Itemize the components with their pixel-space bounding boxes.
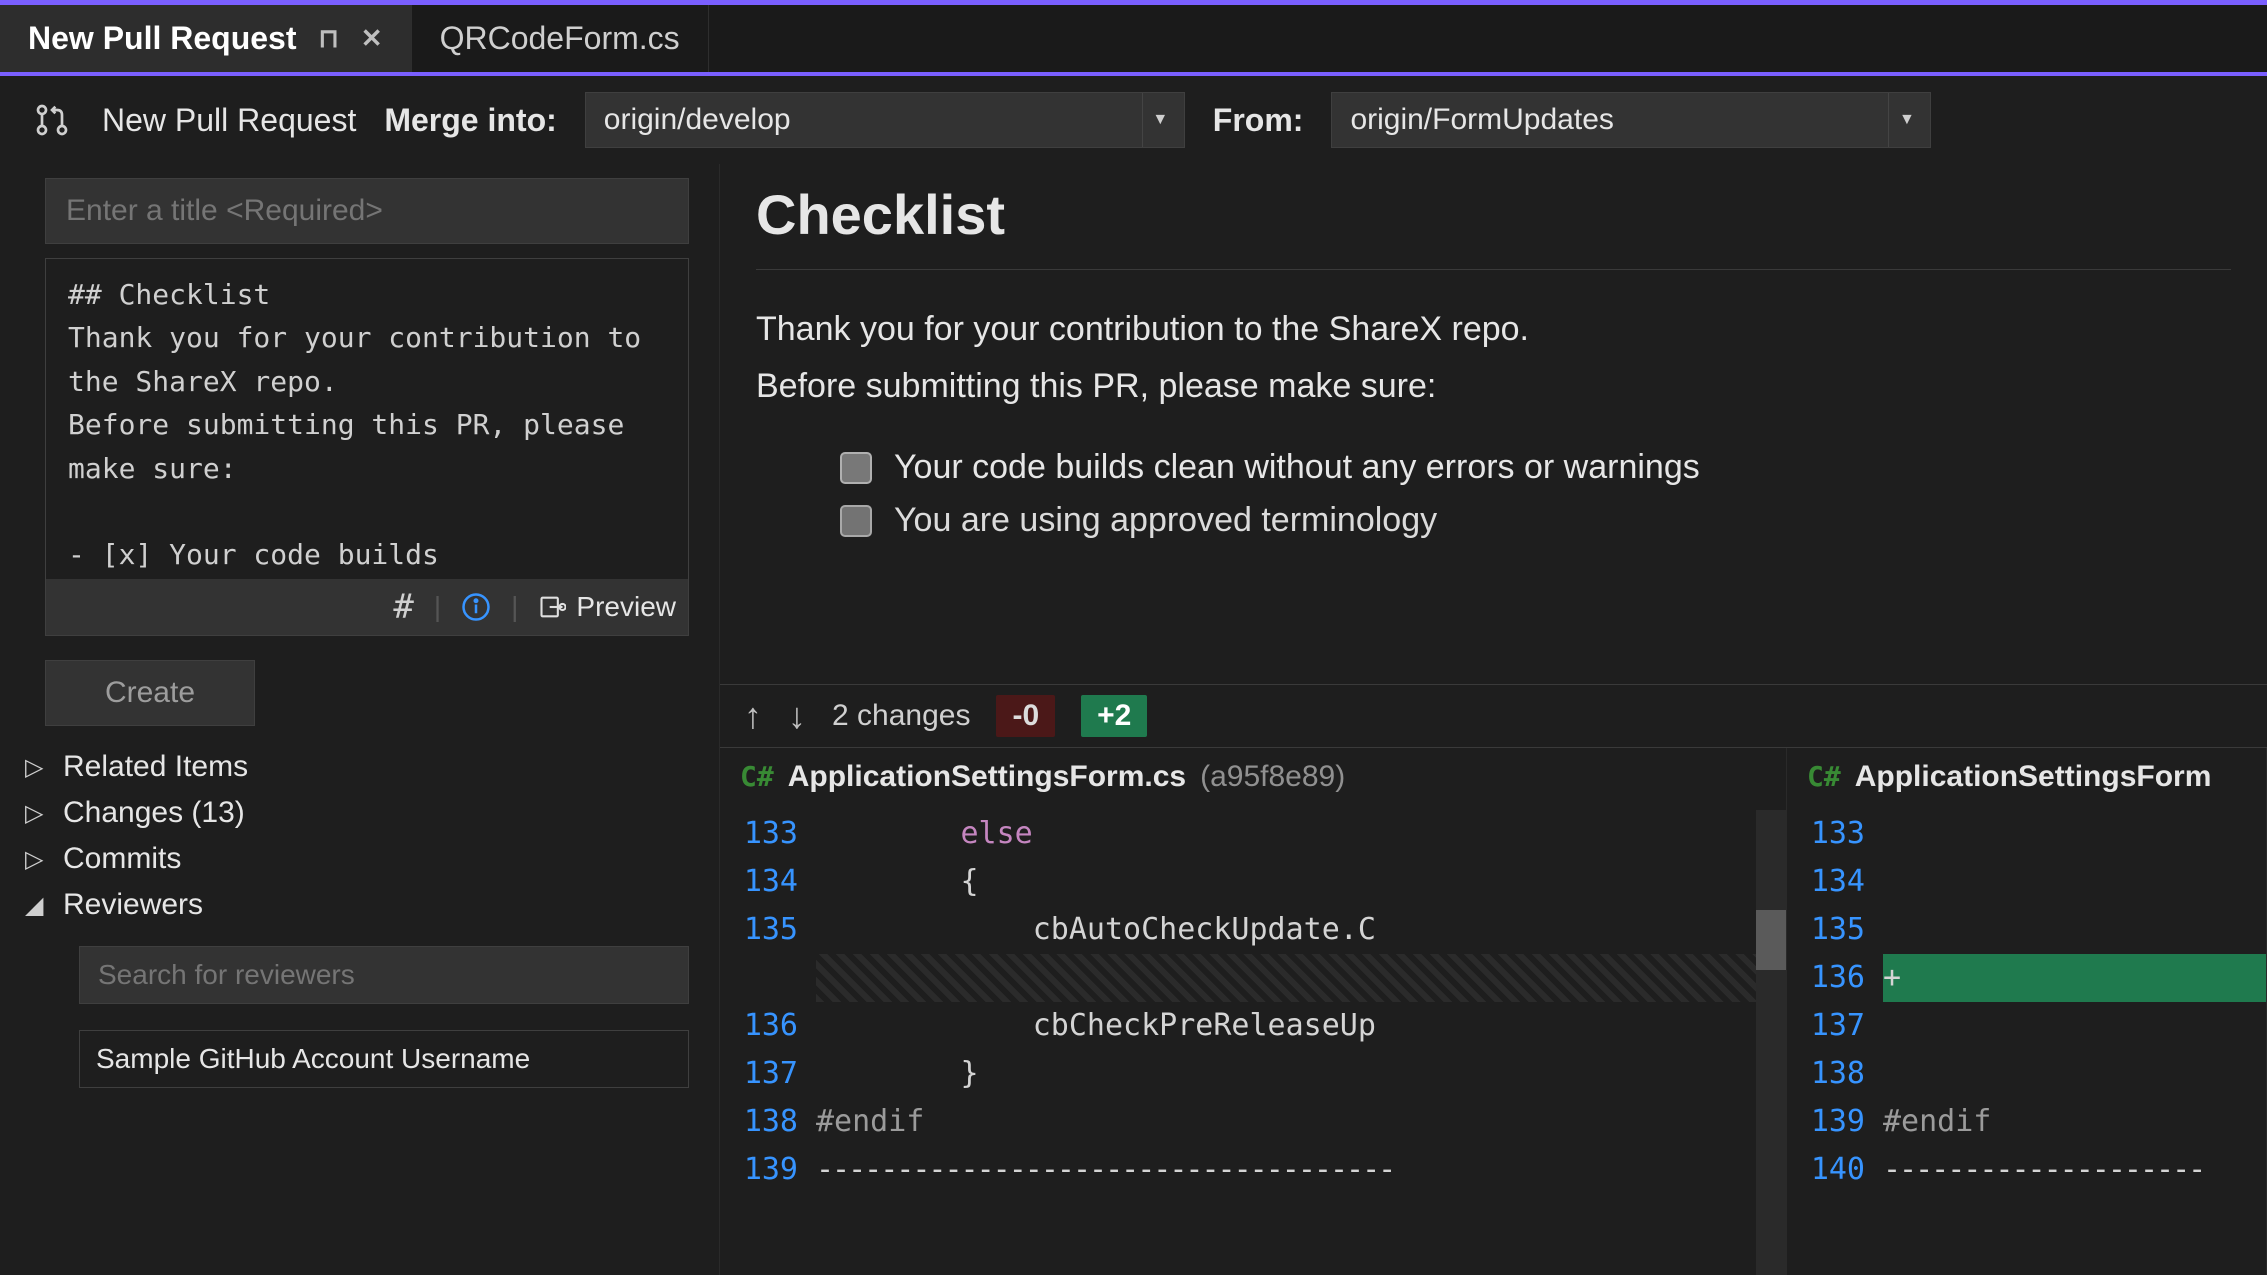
branch-bar: New Pull Request Merge into: origin/deve… — [0, 76, 2267, 164]
hash-icon[interactable]: # — [393, 587, 413, 627]
prev-change-icon[interactable]: ↑ — [744, 695, 762, 737]
sidebar-tree: ▷ Related Items ▷ Changes (13) ▷ Commits… — [45, 750, 689, 1088]
added-line: + — [1883, 954, 2266, 1002]
scrollbar[interactable] — [1756, 810, 1786, 1275]
chevron-down-icon[interactable]: ▼ — [1888, 93, 1924, 147]
deletions-badge: -0 — [996, 695, 1055, 737]
checkbox-icon[interactable] — [840, 505, 872, 537]
preview-label: Preview — [576, 591, 676, 623]
preview-icon — [538, 593, 566, 621]
tab-qrcodeform[interactable]: QRCodeForm.cs — [412, 5, 709, 72]
tree-label: Reviewers — [63, 888, 203, 922]
tree-label: Related Items — [63, 750, 248, 784]
diff-toolbar: ↑ ↓ 2 changes -0 +2 — [720, 684, 2267, 748]
diff-pane-right: C# ApplicationSettingsForm 133 134 135 1… — [1787, 748, 2267, 1275]
tab-new-pull-request[interactable]: New Pull Request ⊓ ✕ — [0, 5, 412, 72]
caret-right-icon: ▷ — [25, 799, 45, 828]
merge-target-dropdown[interactable]: origin/develop ▼ — [585, 92, 1185, 148]
changes-count: 2 changes — [832, 699, 970, 733]
pin-icon[interactable]: ⊓ — [319, 23, 339, 54]
description-toolbar: # | | Preview — [46, 579, 688, 635]
diff-file-header: C# ApplicationSettingsForm.cs (a95f8e89) — [720, 748, 1786, 810]
diff-view: C# ApplicationSettingsForm.cs (a95f8e89)… — [720, 748, 2267, 1275]
separator: | — [434, 591, 441, 623]
from-branch-dropdown[interactable]: origin/FormUpdates ▼ — [1331, 92, 1931, 148]
description-textarea[interactable] — [46, 259, 688, 579]
checkbox-icon[interactable] — [840, 452, 872, 484]
from-branch-value: origin/FormUpdates — [1350, 103, 1613, 137]
code-area-right[interactable]: 133 134 135 136 137 138 139 140 + — [1787, 810, 2266, 1275]
code-area-left[interactable]: 133 134 135 136 137 138 139 else { — [720, 810, 1786, 1275]
right-panel: Checklist Thank you for your contributio… — [720, 164, 2267, 1275]
description-editor: # | | Preview — [45, 258, 689, 636]
close-icon[interactable]: ✕ — [361, 23, 383, 54]
tab-label: QRCodeForm.cs — [440, 20, 680, 57]
from-label: From: — [1213, 102, 1304, 139]
pull-request-icon — [30, 98, 74, 142]
pr-title-input[interactable] — [45, 178, 689, 244]
code-lines: else { cbAutoCheckUpdate.C cbCheckPreRel… — [816, 810, 1756, 1275]
csharp-icon: C# — [740, 760, 774, 793]
tree-reviewers[interactable]: ◢ Reviewers — [25, 888, 689, 922]
separator: | — [511, 591, 518, 623]
pr-form-panel: # | | Preview Create — [0, 164, 720, 1275]
tab-label: New Pull Request — [28, 20, 297, 57]
caret-right-icon: ▷ — [25, 845, 45, 874]
page-title: New Pull Request — [102, 102, 356, 139]
preview-line: Before submitting this PR, please make s… — [756, 361, 2231, 412]
line-gutter: 133 134 135 136 137 138 139 140 — [1787, 810, 1883, 1275]
tree-label: Changes (13) — [63, 796, 245, 830]
preview-heading: Checklist — [756, 182, 2231, 270]
merge-target-value: origin/develop — [604, 103, 791, 137]
caret-right-icon: ▷ — [25, 753, 45, 782]
preview-line: Thank you for your contribution to the S… — [756, 304, 2231, 355]
preview-button[interactable]: Preview — [538, 591, 676, 623]
next-change-icon[interactable]: ↓ — [788, 695, 806, 737]
checklist-item: You are using approved terminology — [840, 501, 2231, 540]
reviewer-entry[interactable]: Sample GitHub Account Username — [79, 1030, 689, 1088]
tab-bar: New Pull Request ⊓ ✕ QRCodeForm.cs — [0, 0, 2267, 72]
tree-commits[interactable]: ▷ Commits — [25, 842, 689, 876]
markdown-preview: Checklist Thank you for your contributio… — [720, 164, 2267, 684]
tree-changes[interactable]: ▷ Changes (13) — [25, 796, 689, 830]
tree-label: Commits — [63, 842, 181, 876]
chevron-down-icon[interactable]: ▼ — [1142, 93, 1178, 147]
checklist-text: Your code builds clean without any error… — [894, 448, 1700, 487]
checklist-text: You are using approved terminology — [894, 501, 1437, 540]
tree-related-items[interactable]: ▷ Related Items — [25, 750, 689, 784]
additions-badge: +2 — [1081, 695, 1147, 737]
info-icon[interactable] — [461, 592, 491, 622]
caret-down-icon: ◢ — [25, 891, 45, 920]
diff-pane-left: C# ApplicationSettingsForm.cs (a95f8e89)… — [720, 748, 1787, 1275]
diff-sha: (a95f8e89) — [1200, 760, 1345, 794]
merge-into-label: Merge into: — [384, 102, 556, 139]
checklist: Your code builds clean without any error… — [756, 448, 2231, 540]
diff-file-header: C# ApplicationSettingsForm — [1787, 748, 2266, 810]
diff-filename: ApplicationSettingsForm — [1855, 760, 2212, 794]
line-gutter: 133 134 135 136 137 138 139 — [720, 810, 816, 1275]
create-button[interactable]: Create — [45, 660, 255, 726]
checklist-item: Your code builds clean without any error… — [840, 448, 2231, 487]
code-lines: + #endif -------------------- — [1883, 810, 2266, 1275]
reviewer-search-input[interactable] — [79, 946, 689, 1004]
diff-filename: ApplicationSettingsForm.cs — [788, 760, 1186, 794]
csharp-icon: C# — [1807, 760, 1841, 793]
